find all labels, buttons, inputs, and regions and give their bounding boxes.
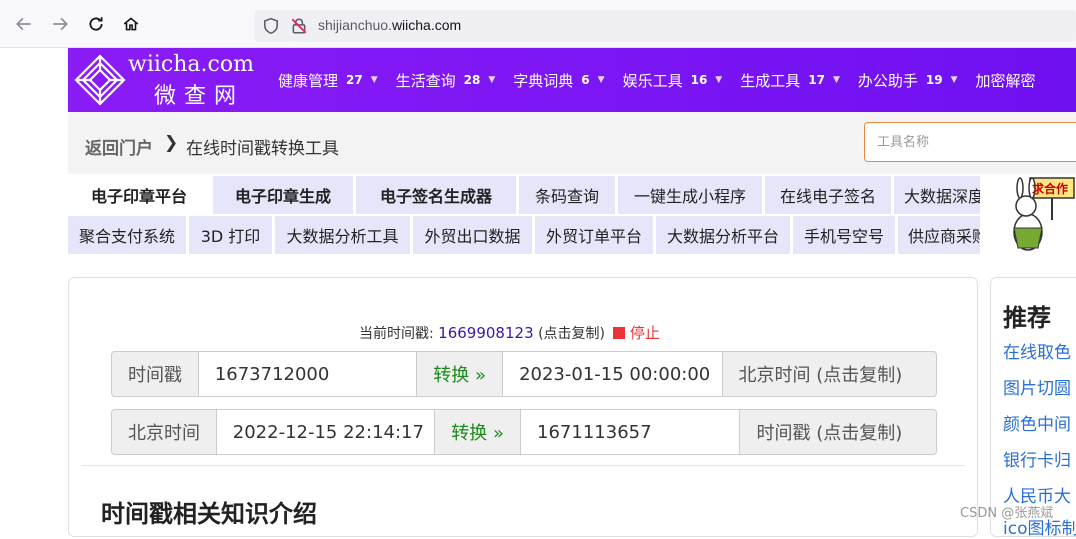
chevron-down-icon: ▼ — [597, 75, 605, 85]
tool-search-input[interactable] — [864, 122, 1076, 162]
nav-label: 生成工具 — [740, 71, 801, 90]
home-icon[interactable] — [119, 12, 143, 36]
chevron-down-icon: ▼ — [950, 75, 958, 85]
promo-link[interactable]: 外贸出口数据 — [413, 216, 532, 254]
breadcrumb-home-link[interactable]: 返回门户 — [85, 134, 153, 159]
convert-to-date-button[interactable]: 转换 » — [417, 352, 504, 396]
timestamp-output[interactable]: 1671113657 — [521, 410, 741, 454]
chevron-down-icon: ▼ — [715, 75, 723, 85]
stop-button[interactable]: 停止 — [630, 324, 660, 342]
nav-count: 6 — [581, 73, 590, 87]
nav-count: 19 — [925, 73, 943, 87]
timestamp-label: 时间戳 — [112, 352, 199, 396]
convert-to-timestamp-button[interactable]: 转换 » — [435, 410, 522, 454]
nav-item-crypto[interactable]: 加密解密 — [976, 48, 1054, 112]
copy-hint[interactable]: (点击复制) — [538, 326, 605, 342]
promo-link[interactable]: 大数据分析工具 — [275, 216, 410, 254]
nav-item-entertainment[interactable]: 娱乐工具 16 ▼ — [623, 48, 741, 112]
sidebar-title: 推荐 — [1003, 304, 1051, 332]
url-domain: wiicha.com — [391, 17, 462, 33]
promo-link[interactable]: 3D 打印 — [189, 216, 272, 254]
site-header: wiicha.com 微查网 健康管理 27 ▼ 生活查询 28 ▼ 字典词典 6 ▼ 娱乐… — [68, 48, 1076, 112]
current-timestamp-line: 当前时间戳: 1669908123 (点击复制) 停止 — [359, 322, 660, 343]
nav-label: 加密解密 — [975, 71, 1036, 90]
chevron-down-icon: ▼ — [832, 75, 840, 85]
copy-timestamp-button[interactable]: 时间戳 (点击复制) — [740, 410, 936, 454]
chevron-down-icon: ▼ — [370, 75, 378, 85]
reload-icon[interactable] — [84, 12, 108, 36]
nav-item-health[interactable]: 健康管理 27 ▼ — [278, 48, 396, 112]
nav-label: 办公助手 — [857, 71, 918, 90]
promo-link[interactable]: 电子印章生成 — [213, 176, 353, 214]
promo-link[interactable]: 外贸订单平台 — [535, 216, 653, 254]
nav-item-office[interactable]: 办公助手 19 ▼ — [858, 48, 976, 112]
promo-link[interactable]: 大数据分析平台 — [656, 216, 790, 254]
promo-link[interactable]: 电子印章平台 — [68, 176, 210, 214]
sidebar-link[interactable]: 在线取色 — [1003, 338, 1071, 363]
timestamp-to-date-row: 时间戳 1673712000 转换 » 2023-01-15 00:00:00 … — [111, 351, 937, 397]
breadcrumb: 返回门户 ❯ 在线时间戳转换工具 — [68, 112, 1076, 174]
current-timestamp-label: 当前时间戳: — [359, 326, 434, 342]
promo-link[interactable]: 电子签名生成器 — [356, 176, 516, 214]
promo-link[interactable]: 一键生成小程序 — [618, 176, 762, 214]
sidebar-link[interactable]: 银行卡归 — [1003, 446, 1071, 471]
page-title: 在线时间戳转换工具 — [186, 139, 339, 159]
nav-item-life[interactable]: 生活查询 28 ▼ — [396, 48, 514, 112]
timestamp-input[interactable]: 1673712000 — [198, 352, 418, 396]
sidebar-link[interactable]: 图片切圆 — [1003, 374, 1071, 399]
insecure-lock-icon[interactable] — [290, 17, 308, 35]
watermark: CSDN @张燕斌 — [960, 506, 1054, 521]
nav-label: 娱乐工具 — [622, 71, 683, 90]
promo-links-row-1: 电子印章平台 电子印章生成 电子签名生成器 条码查询 一键生成小程序 在线电子签… — [68, 176, 980, 214]
nav-item-generators[interactable]: 生成工具 17 ▼ — [740, 48, 858, 112]
url-text[interactable]: shijianchuo.wiicha.com — [318, 17, 461, 33]
address-bar[interactable]: shijianchuo.wiicha.com — [254, 10, 1076, 42]
promo-link[interactable]: 手机号空号 — [793, 216, 895, 254]
promo-link[interactable]: 大数据深度 — [894, 176, 980, 214]
logo-text-en: wiicha.com — [128, 52, 254, 77]
forward-arrow-icon[interactable] — [48, 12, 72, 36]
section-title: 时间戳相关知识介绍 — [101, 500, 317, 528]
promo-links-row-2: 聚合支付系统 3D 打印 大数据分析工具 外贸出口数据 外贸订单平台 大数据分析… — [68, 216, 980, 254]
nav-count: 16 — [690, 73, 708, 87]
beijing-time-label: 北京时间 — [112, 410, 217, 454]
promo-link[interactable]: 在线电子签名 — [765, 176, 891, 214]
date-to-timestamp-row: 北京时间 2022-12-15 22:14:17 转换 » 1671113657… — [111, 409, 937, 455]
chevron-down-icon: ▼ — [488, 75, 496, 85]
site-logo[interactable]: wiicha.com 微查网 — [68, 48, 264, 112]
divider — [81, 465, 965, 466]
logo-text-cn: 微查网 — [154, 84, 245, 109]
nav-count: 17 — [808, 73, 825, 87]
cooperation-ad[interactable]: 求合作 — [980, 176, 1076, 256]
date-input[interactable]: 2022-12-15 22:14:17 — [216, 410, 436, 454]
logo-mark-icon — [74, 54, 126, 106]
ad-text: 求合作 — [1032, 182, 1069, 196]
nav-count: 28 — [463, 73, 481, 87]
promo-link[interactable]: 供应商采购 — [898, 216, 980, 254]
chevron-right-icon: ❯ — [164, 133, 179, 153]
nav-item-dictionary[interactable]: 字典词典 6 ▼ — [513, 48, 622, 112]
browser-toolbar: shijianchuo.wiicha.com — [0, 0, 1076, 48]
date-output[interactable]: 2023-01-15 00:00:00 — [503, 352, 723, 396]
stop-square-icon[interactable] — [613, 327, 626, 339]
main-nav: 健康管理 27 ▼ 生活查询 28 ▼ 字典词典 6 ▼ 娱乐工具 16 ▼ 生成工具 17 ▼ 办… — [278, 48, 1054, 112]
recommend-sidebar: 推荐 在线取色 图片切圆 颜色中间 银行卡归 人民币大 ico图标制 — [990, 277, 1076, 539]
nav-label: 健康管理 — [278, 71, 339, 90]
shield-icon[interactable] — [262, 17, 280, 35]
promo-link[interactable]: 条码查询 — [519, 176, 615, 214]
sidebar-link[interactable]: 颜色中间 — [1003, 410, 1071, 435]
copy-beijing-time-button[interactable]: 北京时间 (点击复制) — [723, 352, 936, 396]
current-timestamp-value[interactable]: 1669908123 — [438, 324, 533, 342]
back-arrow-icon[interactable] — [12, 12, 36, 36]
url-subdomain: shijianchuo. — [318, 17, 392, 33]
nav-count: 27 — [346, 73, 363, 87]
nav-label: 字典词典 — [513, 71, 574, 90]
converter-card: 当前时间戳: 1669908123 (点击复制) 停止 时间戳 16737120… — [68, 277, 978, 537]
nav-label: 生活查询 — [395, 71, 456, 90]
promo-link[interactable]: 聚合支付系统 — [68, 216, 186, 254]
